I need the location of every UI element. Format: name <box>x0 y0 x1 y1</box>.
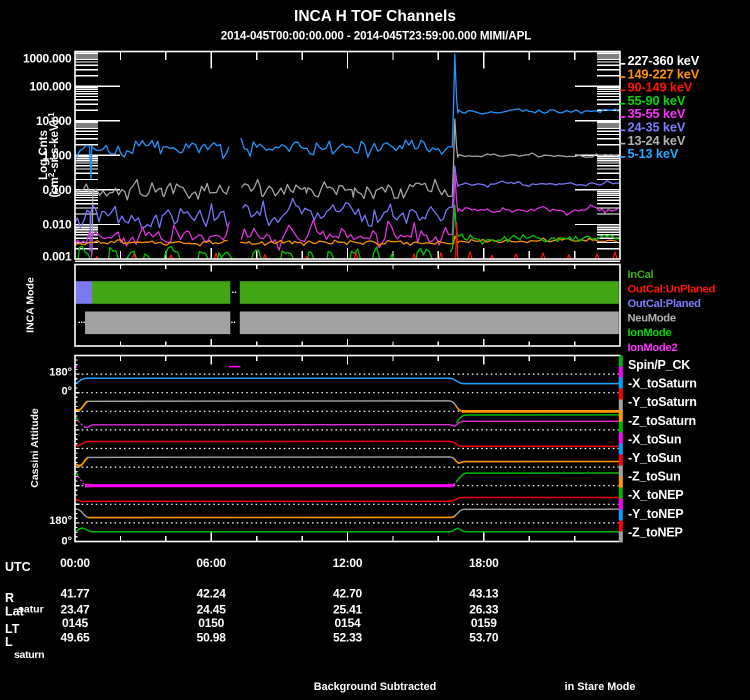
svg-text:41.77: 41.77 <box>60 587 90 601</box>
svg-text:23.47: 23.47 <box>60 603 90 617</box>
svg-text:in Stare Mode: in Stare Mode <box>565 681 636 693</box>
svg-text:Lat: Lat <box>5 605 25 619</box>
svg-text:-X_toNEP: -X_toNEP <box>628 488 683 502</box>
svg-text:INCA H TOF Channels: INCA H TOF Channels <box>294 8 456 25</box>
svg-text:IonMode: IonMode <box>628 327 672 339</box>
svg-text:00:00: 00:00 <box>60 556 90 570</box>
svg-text:0150: 0150 <box>198 616 224 630</box>
svg-text:NeuMode: NeuMode <box>628 313 676 325</box>
svg-text:26.33: 26.33 <box>469 603 499 617</box>
svg-text:50.98: 50.98 <box>197 631 227 645</box>
svg-text:INCA Mode: INCA Mode <box>25 277 37 333</box>
svg-text:180°: 180° <box>49 366 72 378</box>
svg-text:Spin/P_CK: Spin/P_CK <box>628 358 690 372</box>
svg-text:R: R <box>5 591 14 605</box>
svg-text:25.41: 25.41 <box>333 603 363 617</box>
svg-text:0154: 0154 <box>335 616 361 630</box>
svg-text:100.000: 100.000 <box>30 79 73 93</box>
svg-text:06:00: 06:00 <box>196 556 226 570</box>
svg-text:InCal: InCal <box>628 269 654 281</box>
svg-text:OutCal:Planed: OutCal:Planed <box>628 298 702 310</box>
svg-text:-Z_toSun: -Z_toSun <box>628 470 681 484</box>
svg-text:42.24: 42.24 <box>197 587 227 601</box>
svg-text:5-13 keV: 5-13 keV <box>628 146 679 161</box>
svg-text:0.001: 0.001 <box>42 250 72 264</box>
svg-text:49.65: 49.65 <box>60 631 90 645</box>
svg-text:-X_toSaturn: -X_toSaturn <box>628 377 697 391</box>
svg-text:LT: LT <box>5 622 20 636</box>
svg-text:IonMode2: IonMode2 <box>628 342 678 354</box>
svg-text:0°: 0° <box>61 536 72 548</box>
svg-text:0.010: 0.010 <box>42 217 72 231</box>
svg-text:-Y_toSaturn: -Y_toSaturn <box>628 395 697 409</box>
svg-text:UTC: UTC <box>5 560 31 574</box>
svg-text:-Z_toSaturn: -Z_toSaturn <box>628 414 696 428</box>
svg-text:24.45: 24.45 <box>197 603 227 617</box>
svg-text:42.70: 42.70 <box>333 587 363 601</box>
svg-text:Cassini Attitude: Cassini Attitude <box>29 408 41 488</box>
svg-text:2014-045T00:00:00.000 - 2014-0: 2014-045T00:00:00.000 - 2014-045T23:59:0… <box>221 30 531 43</box>
svg-text:180°: 180° <box>49 515 72 527</box>
svg-text:0145: 0145 <box>62 616 88 630</box>
svg-text:52.33: 52.33 <box>333 631 363 645</box>
svg-text:18:00: 18:00 <box>469 556 499 570</box>
svg-text:(cm2-sr-s-keV)-1: (cm2-sr-s-keV)-1 <box>47 112 61 198</box>
svg-text:-Y_toSun: -Y_toSun <box>628 451 681 465</box>
svg-text:L: L <box>5 635 13 649</box>
svg-text:0159: 0159 <box>471 616 497 630</box>
svg-text:Background Subtracted: Background Subtracted <box>314 681 436 693</box>
svg-text:0°: 0° <box>61 386 72 398</box>
svg-text:-Y_toNEP: -Y_toNEP <box>628 507 683 521</box>
svg-text:1000.000: 1000.000 <box>23 52 72 66</box>
svg-text:-Z_toNEP: -Z_toNEP <box>628 525 683 539</box>
svg-text:saturn: saturn <box>14 649 44 661</box>
svg-text:-X_toSun: -X_toSun <box>628 432 681 446</box>
svg-text:12:00: 12:00 <box>333 556 363 570</box>
svg-text:53.70: 53.70 <box>469 631 499 645</box>
svg-text:OutCal:UnPlaned: OutCal:UnPlaned <box>628 284 716 296</box>
svg-text:43.13: 43.13 <box>469 587 499 601</box>
